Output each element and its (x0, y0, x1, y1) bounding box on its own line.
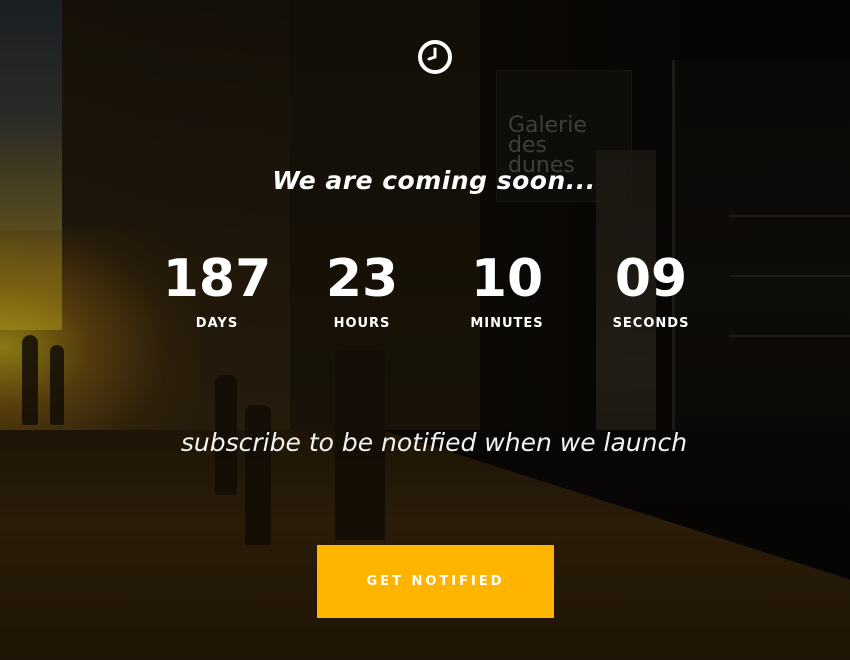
countdown-days-value: 187 (162, 249, 272, 309)
countdown-timer: 187 DAYS 23 HOURS 10 MINUTES 09 SECONDS (0, 250, 850, 340)
countdown-minutes: 10 MINUTES (432, 250, 582, 331)
countdown-hours: 23 HOURS (287, 250, 437, 331)
countdown-days-label: DAYS (195, 316, 239, 331)
clock-icon (418, 40, 452, 74)
countdown-seconds-label: SECONDS (612, 316, 690, 331)
countdown-hours-label: HOURS (333, 316, 391, 331)
countdown-hours-value: 23 (325, 249, 399, 309)
subscribe-prompt: subscribe to be notified when we launch (180, 428, 688, 457)
get-notified-button[interactable]: GET NOTIFIED (317, 545, 554, 618)
coming-soon-page: Galerie des dunes We are coming soon... … (0, 0, 850, 660)
countdown-minutes-value: 10 (470, 249, 544, 309)
countdown-seconds: 09 SECONDS (576, 250, 726, 331)
countdown-seconds-value: 09 (614, 249, 688, 309)
countdown-days: 187 DAYS (142, 250, 292, 331)
page-headline: We are coming soon... (272, 166, 596, 195)
hero-content: We are coming soon... 187 DAYS 23 HOURS … (0, 0, 850, 660)
countdown-minutes-label: MINUTES (470, 316, 544, 331)
